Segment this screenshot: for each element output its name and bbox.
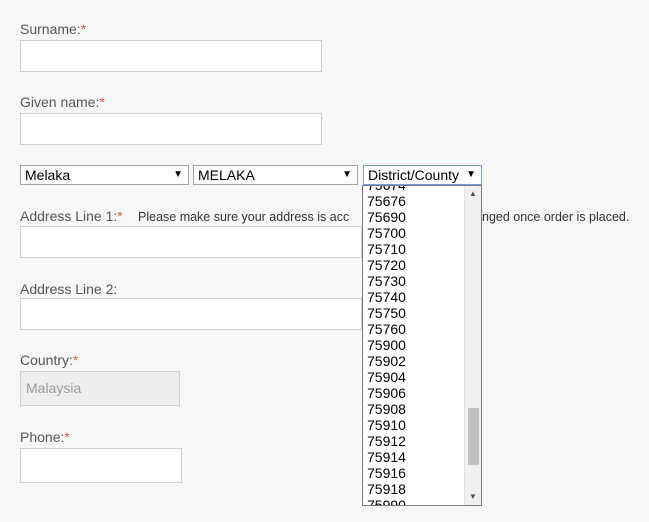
district-dropdown: 75674 75676 75690 75700 75710 75720 75730 75740… [362,185,482,506]
address-line-2-input[interactable] [20,298,362,330]
city-select[interactable]: MELAKA ▼ [193,165,358,185]
required-mark: * [99,94,105,110]
surname-label: Surname:* [20,21,87,37]
district-select[interactable]: District/County ▼ [363,165,482,185]
address-line-1-label: Address Line 1:* [20,208,123,224]
phone-input[interactable] [20,448,182,483]
state-select[interactable]: Melaka ▼ [20,165,189,185]
scrollbar-thumb[interactable] [468,408,479,465]
chevron-down-icon: ▼ [173,169,183,180]
dropdown-scrollbar[interactable]: ▲ ▼ [464,186,481,505]
phone-label: Phone:* [20,429,70,445]
country-label: Country:* [20,352,79,368]
chevron-down-icon: ▼ [466,169,476,180]
given-name-label: Given name:* [20,94,105,110]
scroll-down-icon[interactable]: ▼ [465,489,481,505]
given-name-input[interactable] [20,113,322,145]
required-mark: * [117,208,123,224]
chevron-down-icon: ▼ [342,169,352,180]
country-field: Malaysia [20,371,180,406]
required-mark: * [72,352,79,368]
address-line-1-input[interactable] [20,226,362,258]
required-mark: * [64,429,70,445]
address-notice: Please make sure your address is acc [138,210,350,224]
address-notice-tail: nged once order is placed. [482,210,630,224]
scroll-up-icon[interactable]: ▲ [465,186,481,202]
surname-input[interactable] [20,40,322,72]
required-mark: * [80,21,87,37]
address-line-2-label: Address Line 2: [20,281,118,297]
